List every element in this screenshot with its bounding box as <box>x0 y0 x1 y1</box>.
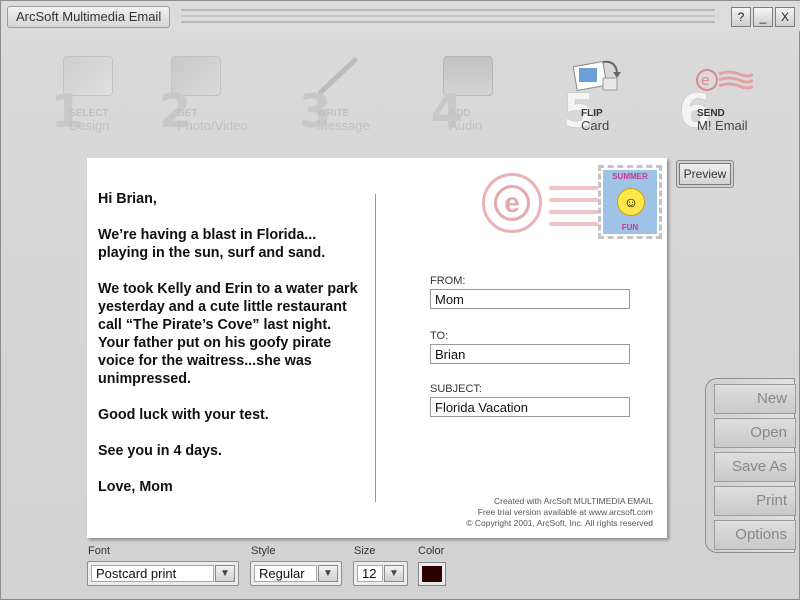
step-add-audio[interactable]: 4 ADD Audio <box>431 56 551 136</box>
chevron-down-icon[interactable]: ▼ <box>384 565 404 582</box>
to-field[interactable] <box>430 344 630 364</box>
window-title: ArcSoft Multimedia Email <box>7 6 171 28</box>
step-select-design[interactable]: 1 SELECT Design <box>51 56 171 136</box>
title-bar-decoration <box>181 9 715 23</box>
credits: Created with ArcSoft MULTIMEDIA EMAIL Fr… <box>466 496 653 529</box>
app-window: ArcSoft Multimedia Email ? _ X 1 SELECT … <box>0 0 800 600</box>
open-button[interactable]: Open <box>714 418 796 448</box>
subject-field[interactable] <box>430 397 630 417</box>
help-button[interactable]: ? <box>731 7 751 27</box>
postcard: Hi Brian, We’re having a blast in Florid… <box>87 158 667 538</box>
size-select[interactable]: 12 ▼ <box>353 561 408 586</box>
message-paragraph: Love, Mom <box>98 479 173 495</box>
style-value: Regular <box>254 565 317 582</box>
message-paragraph: Hi Brian, <box>98 191 157 207</box>
close-button[interactable]: X <box>775 7 795 27</box>
minimize-button[interactable]: _ <box>753 7 773 27</box>
step-send-email[interactable]: e 6 SEND M! Email <box>679 56 799 136</box>
window-controls: ? _ X <box>731 7 795 27</box>
step-get-photo-video[interactable]: 2 GET Photo/Video <box>159 56 279 136</box>
message-body[interactable]: Hi Brian, We’re having a blast in Florid… <box>98 190 378 514</box>
style-select[interactable]: Regular ▼ <box>250 561 342 586</box>
preview-label: Preview <box>679 163 731 185</box>
stamp-top-text: SUMMER <box>612 172 648 181</box>
step-subtitle: Message <box>317 118 370 133</box>
new-button[interactable]: New <box>714 384 796 414</box>
color-label: Color <box>418 545 445 557</box>
size-label: Size <box>354 545 376 557</box>
title-bar[interactable]: ArcSoft Multimedia Email ? _ X <box>1 1 800 31</box>
from-label: FROM: <box>430 275 466 287</box>
font-label: Font <box>88 545 111 557</box>
step-navigation: 1 SELECT Design 2 GET Photo/Video 3 WRIT… <box>51 56 781 136</box>
print-button[interactable]: Print <box>714 486 796 516</box>
sun-smiley-icon: ☺ <box>617 188 645 216</box>
stamp: SUMMER ☺ FUN <box>598 165 662 239</box>
chevron-down-icon[interactable]: ▼ <box>318 565 338 582</box>
font-select[interactable]: Postcard print ▼ <box>87 561 239 586</box>
save-as-button[interactable]: Save As <box>714 452 796 482</box>
step-subtitle: Card <box>581 118 610 133</box>
message-paragraph: We’re having a blast in Florida... playi… <box>98 227 326 261</box>
to-label: TO: <box>430 330 449 342</box>
color-picker[interactable] <box>418 562 446 586</box>
size-value: 12 <box>357 565 383 582</box>
postmark-icon: e <box>482 173 542 233</box>
style-label: Style <box>251 545 276 557</box>
font-value: Postcard print <box>91 565 214 582</box>
credit-line: © Copyright 2001, ArcSoft, Inc. All righ… <box>466 518 653 528</box>
step-write-message[interactable]: 3 WRITE Message <box>299 56 419 136</box>
chevron-down-icon[interactable]: ▼ <box>215 565 235 582</box>
postmark-wave <box>549 198 599 202</box>
action-panel: New Open Save As Print Options <box>705 378 796 553</box>
color-swatch <box>422 566 442 582</box>
message-paragraph: Good luck with your test. <box>98 407 269 423</box>
postmark-wave <box>549 186 599 190</box>
step-subtitle: Audio <box>449 118 483 133</box>
postcard-divider <box>375 194 376 502</box>
step-subtitle: M! Email <box>697 118 748 133</box>
postmark-wave <box>549 210 599 214</box>
credit-line: Created with ArcSoft MULTIMEDIA EMAIL <box>493 496 653 506</box>
subject-label: SUBJECT: <box>430 383 482 395</box>
stamp-bottom-text: FUN <box>621 223 639 232</box>
stamp-image: SUMMER ☺ FUN <box>603 170 657 234</box>
message-paragraph: We took Kelly and Erin to a water park y… <box>98 281 358 387</box>
step-flip-card[interactable]: 5 FLIP Card <box>563 56 683 136</box>
postmark-wave <box>549 222 599 226</box>
from-field[interactable] <box>430 289 630 309</box>
step-subtitle: Design <box>69 118 110 133</box>
options-button[interactable]: Options <box>714 520 796 550</box>
credit-line: Free trial version available at www.arcs… <box>477 507 653 517</box>
message-paragraph: See you in 4 days. <box>98 443 222 459</box>
step-subtitle: Photo/Video <box>177 118 248 133</box>
postmark-letter: e <box>494 185 530 221</box>
preview-button[interactable]: Preview <box>676 160 734 188</box>
